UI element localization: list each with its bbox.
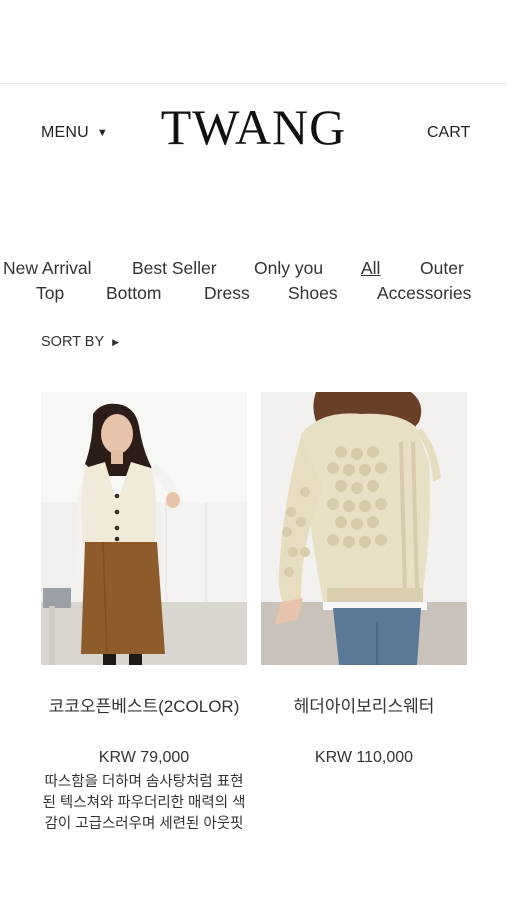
- category-accessories[interactable]: Accessories: [377, 283, 471, 304]
- product-price: KRW 110,000: [314, 749, 414, 766]
- product-description: 따스함을 더하며 솜사탕처럼 표현된 텍스쳐와 파우더리한 매력의 색감이 고급…: [42, 774, 246, 832]
- category-new-arrival[interactable]: New Arrival: [3, 258, 92, 279]
- category-shoes[interactable]: Shoes: [288, 283, 338, 304]
- category-top[interactable]: Top: [36, 283, 64, 304]
- product-image[interactable]: [41, 392, 247, 665]
- category-all[interactable]: All: [361, 258, 380, 279]
- sort-by-label: SORT BY: [41, 334, 105, 350]
- product-card[interactable]: 헤더아이보리스웨터 KRW 110,000: [261, 392, 467, 766]
- product-name[interactable]: 코코오픈베스트(2COLOR): [41, 692, 247, 717]
- product-card[interactable]: 코코오픈베스트(2COLOR) KRW 79,000 따스함을 더하며 솜사탕처…: [41, 392, 247, 832]
- category-bottom[interactable]: Bottom: [106, 283, 161, 304]
- category-best-seller[interactable]: Best Seller: [132, 258, 217, 279]
- product-price: KRW 79,000: [98, 749, 190, 766]
- site-header: MENU ▼ TWANG CART: [0, 99, 507, 160]
- product-image[interactable]: [261, 392, 467, 665]
- category-dress[interactable]: Dress: [204, 283, 250, 304]
- sort-by-button[interactable]: SORT BY ▶: [41, 334, 119, 350]
- category-outer[interactable]: Outer: [420, 258, 464, 279]
- category-only-you[interactable]: Only you: [254, 258, 323, 279]
- cart-button[interactable]: CART: [427, 124, 470, 142]
- top-divider: [0, 83, 507, 84]
- triangle-right-icon: ▶: [112, 337, 120, 347]
- product-name[interactable]: 헤더아이보리스웨터: [261, 692, 467, 717]
